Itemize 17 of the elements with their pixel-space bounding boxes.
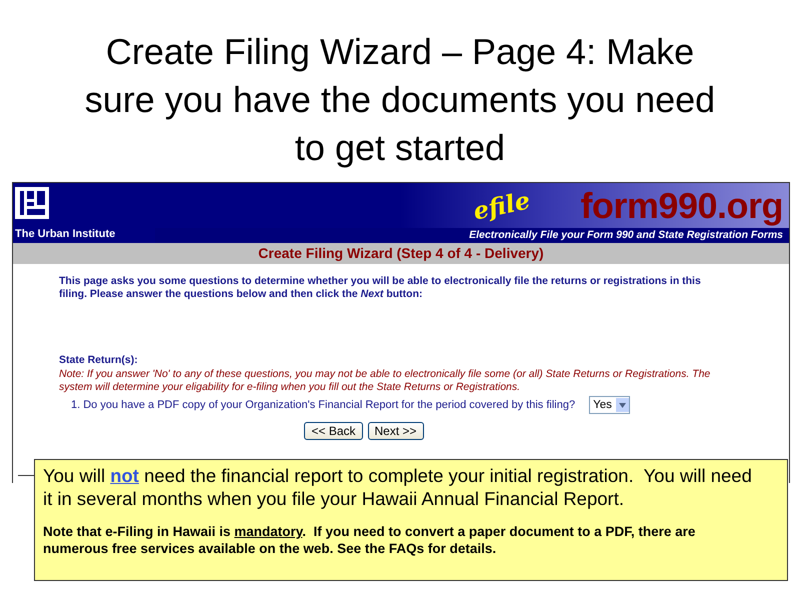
dropdown-arrow-icon — [618, 402, 626, 408]
site-logo: form990.org — [580, 184, 783, 226]
wizard-title: Create Filing Wizard (Step 4 of 4 - Delivery) — [13, 243, 789, 264]
next-button[interactable]: Next >> — [368, 422, 424, 440]
section-heading: State Return(s): — [59, 354, 139, 366]
tagline: Electronically File your Form 990 and State Registration Forms — [155, 228, 789, 243]
organization-name: The Urban Institute — [15, 228, 116, 240]
intro-text: This page asks you some questions to determine whether you will be able to electronically file the returns or registrations in this filing. Please answer the questions below and then click the Next button: — [59, 275, 702, 300]
callout-note: Note that e-Filing in Hawaii is mandatory. If you need to convert a paper document to a PDF, there are numerous free services available on the web. See the FAQs for details. — [43, 524, 696, 558]
logo-icon — [15, 187, 49, 219]
note-text: Note: If you answer 'No' to any of these questions, you may not be able to electronically file some (or all) State Returns or Registrations. The system will determine your eligability for e-filing when you fill out the State Returns or Registrations. — [59, 368, 712, 394]
question-text: 1. Do you have a PDF copy of your Organization's Financial Report for the period covered by this filing? — [71, 399, 576, 412]
answer-dropdown[interactable]: Yes — [589, 396, 630, 414]
callout-text: You will not need the financial report to complete your initial registration. You will need it in several months when you file your Hawaii Annual Financial Report. — [43, 464, 753, 510]
back-button[interactable]: << Back — [304, 422, 362, 440]
efile-logo: efile — [470, 185, 533, 226]
slide-title: Create Filing Wizard – Page 4: Make sure you have the documents you need to get started — [84, 30, 716, 170]
